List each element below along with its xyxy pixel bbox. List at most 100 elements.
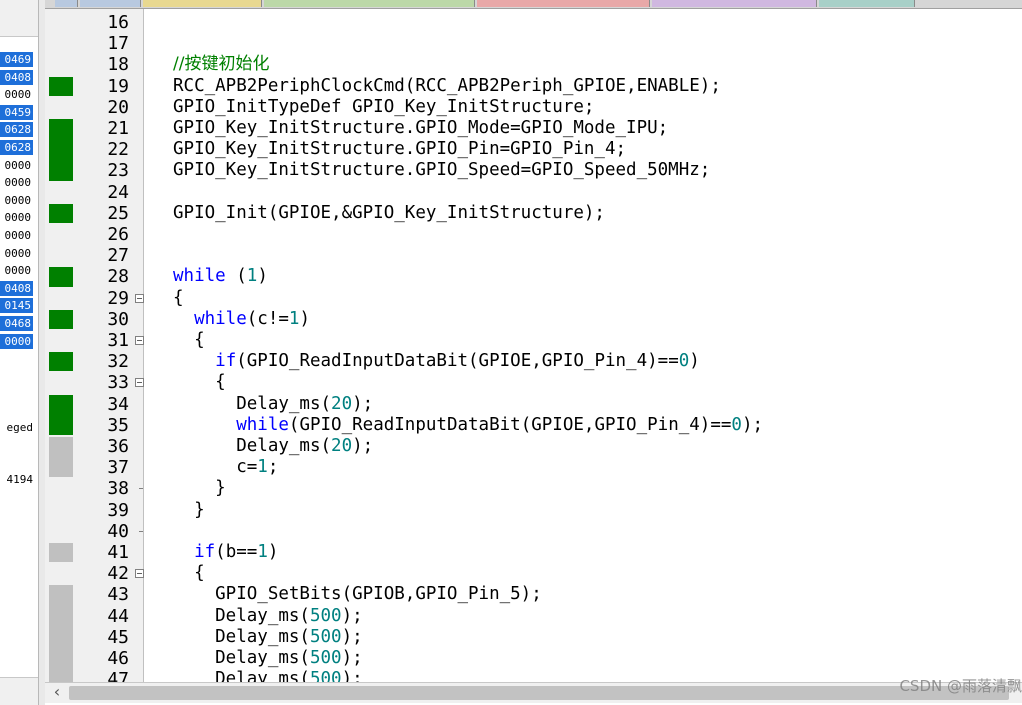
fold-collapse-icon[interactable]: [135, 336, 144, 345]
code-line[interactable]: Delay_ms(500);: [173, 648, 363, 669]
code-line[interactable]: if(b==1): [173, 542, 278, 563]
code-line[interactable]: Delay_ms(20);: [173, 394, 373, 415]
register-value[interactable]: 0145: [0, 298, 33, 314]
number-token: 1: [246, 266, 258, 287]
code-line[interactable]: {: [173, 330, 205, 351]
line-number: 19: [107, 75, 129, 97]
register-value[interactable]: 0408: [0, 69, 33, 85]
code-token: );: [352, 393, 374, 414]
code-token: {: [173, 563, 205, 584]
code-line[interactable]: {: [173, 288, 184, 309]
fold-collapse-icon[interactable]: [135, 293, 144, 303]
code-token: GPIO_Init(GPIOE,&GPIO_Key_InitStructure)…: [173, 202, 605, 223]
coverage-not-executed-marker: [49, 543, 73, 563]
coverage-executed-marker: [49, 76, 73, 96]
register-number-text: 4194: [6, 473, 34, 486]
editor-tab[interactable]: [819, 0, 915, 7]
code-line[interactable]: Delay_ms(500);: [173, 627, 363, 648]
code-token: GPIO_Key_InitStructure.GPIO_Speed=GPIO_S…: [173, 160, 711, 181]
code-token: );: [341, 648, 363, 668]
code-line[interactable]: c=1;: [173, 457, 278, 478]
coverage-not-executed-marker: [49, 585, 73, 682]
code-token: );: [352, 436, 374, 456]
register-value[interactable]: 0000: [0, 228, 33, 243]
code-line[interactable]: {: [173, 372, 226, 393]
code-line[interactable]: while(c!=1): [173, 309, 310, 330]
code-line[interactable]: Delay_ms(20);: [173, 436, 373, 457]
code-line[interactable]: GPIO_SetBits(GPIOB,GPIO_Pin_5);: [173, 584, 542, 605]
code-line[interactable]: Delay_ms(500);: [173, 606, 363, 627]
code-line[interactable]: RCC_APB2PeriphClockCmd(RCC_APB2Periph_GP…: [173, 76, 721, 97]
register-value[interactable]: 0468: [0, 316, 33, 331]
coverage-executed-marker: [49, 394, 73, 435]
editor-tab[interactable]: [652, 0, 817, 7]
fold-collapse-icon[interactable]: [135, 378, 144, 388]
fold-collapse-icon[interactable]: [135, 569, 144, 579]
code-token: );: [741, 414, 764, 435]
register-value[interactable]: 0000: [0, 333, 33, 349]
code-line[interactable]: GPIO_Key_InitStructure.GPIO_Mode=GPIO_Mo…: [173, 118, 668, 139]
code-line[interactable]: GPIO_Key_InitStructure.GPIO_Pin=GPIO_Pin…: [173, 139, 626, 160]
code-line[interactable]: }: [173, 500, 205, 521]
line-number: 34: [107, 393, 129, 415]
register-value[interactable]: 0000: [0, 246, 33, 261]
editor-tab[interactable]: [264, 0, 475, 7]
code-line[interactable]: }: [173, 478, 226, 499]
line-number: 35: [107, 414, 129, 436]
register-value[interactable]: 0408: [0, 280, 33, 296]
register-value[interactable]: 0628: [0, 140, 33, 155]
code-line[interactable]: GPIO_Key_InitStructure.GPIO_Speed=GPIO_S…: [173, 160, 710, 181]
code-editor[interactable]: 16 17 18 19 20 21 22 23 24 25 26 27 28 29 30 31 32 33 34 35…: [45, 9, 1022, 682]
register-value[interactable]: 0459: [0, 104, 33, 120]
code-token: (GPIO_ReadInputDataBit(GPIOE,GPIO_Pin_4)…: [236, 351, 679, 372]
number-token: 500: [309, 669, 342, 682]
number-token: 1: [257, 457, 268, 478]
code-token: ): [267, 542, 279, 562]
code-line[interactable]: while (1): [173, 266, 268, 287]
line-number: 40: [107, 520, 129, 542]
keyword-token: if: [194, 542, 216, 562]
code-token: );: [341, 605, 363, 626]
line-number: 27: [107, 245, 129, 267]
keyword-token: while: [173, 266, 226, 287]
line-number: 25: [107, 202, 129, 224]
register-value[interactable]: 0000: [0, 263, 33, 278]
code-token: (: [225, 266, 247, 287]
code-line[interactable]: GPIO_InitTypeDef GPIO_Key_InitStructure;: [173, 97, 594, 118]
register-value[interactable]: 0000: [0, 87, 33, 102]
code-line[interactable]: Delay_ms(500);: [173, 669, 363, 682]
register-value[interactable]: 0000: [0, 210, 33, 225]
code-token: RCC_APB2PeriphClockCmd(RCC_APB2Periph_GP…: [173, 75, 721, 96]
code-token: {: [173, 372, 226, 393]
register-value[interactable]: 0000: [0, 193, 33, 208]
editor-tab[interactable]: [143, 0, 262, 7]
register-value[interactable]: 0000: [0, 175, 33, 190]
code-line[interactable]: {: [173, 563, 205, 584]
scroll-left-arrow-icon[interactable]: ‹: [49, 683, 65, 703]
editor-tab[interactable]: [55, 0, 78, 7]
code-area[interactable]: //按键初始化 RCC_APB2PeriphClockCmd(RCC_APB2Pe…: [173, 9, 1022, 682]
editor-tab[interactable]: [80, 0, 141, 7]
register-privilege-text: eged: [6, 421, 34, 434]
register-value[interactable]: 0628: [0, 122, 33, 138]
code-token: }: [173, 499, 205, 520]
line-number: 23: [107, 160, 129, 182]
keyword-token: while: [236, 414, 289, 435]
code-line[interactable]: //按键初始化: [173, 54, 269, 75]
number-token: 20: [331, 436, 353, 456]
line-number: 24: [107, 181, 129, 203]
register-value[interactable]: 0469: [0, 52, 33, 67]
code-line[interactable]: GPIO_Init(GPIOE,&GPIO_Key_InitStructure)…: [173, 203, 605, 224]
code-token: GPIO_Key_InitStructure.GPIO_Mode=GPIO_Mo…: [173, 118, 669, 138]
line-number-gutter[interactable]: 16 17 18 19 20 21 22 23 24 25 26 27 28 29 30 31 32 33 34 35…: [45, 9, 144, 682]
register-value[interactable]: 0000: [0, 158, 33, 173]
editor-tab[interactable]: [477, 0, 650, 7]
line-number: 36: [107, 436, 129, 457]
number-token: 20: [331, 393, 353, 414]
code-token: Delay_ms(: [173, 648, 310, 668]
line-number: 39: [107, 499, 129, 521]
code-line[interactable]: if(GPIO_ReadInputDataBit(GPIOE,GPIO_Pin_…: [173, 351, 700, 372]
code-line[interactable]: while(GPIO_ReadInputDataBit(GPIOE,GPIO_P…: [173, 415, 763, 436]
code-token: }: [173, 478, 226, 499]
